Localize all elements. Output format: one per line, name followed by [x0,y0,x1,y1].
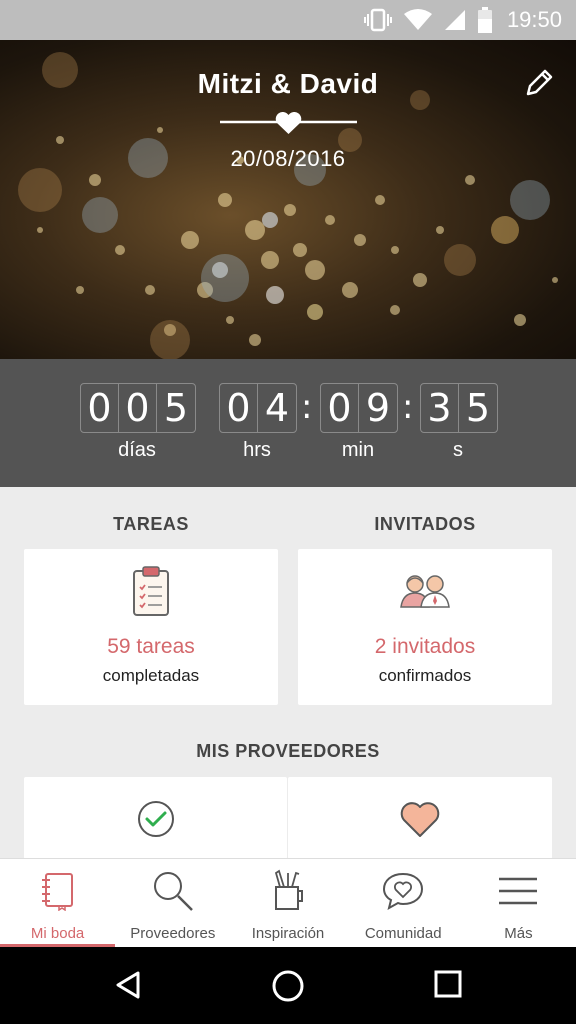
countdown-hours: 0 4 [219,383,297,433]
wedding-date: 20/08/2016 [230,146,346,171]
countdown-minutes: 0 9 [320,383,398,433]
tasks-title: TAREAS [113,514,189,534]
system-navigation-bar [0,947,576,1024]
nav-label: Inspiración [251,925,325,942]
countdown-label-minutes: min [341,439,375,461]
countdown-seconds: 3 5 [420,383,498,433]
nav-comunidad[interactable]: Comunidad [346,859,461,947]
menu-icon [496,869,540,913]
nav-label: Comunidad [364,925,442,942]
bottom-navigation: Mi boda Proveedores Inspiración Comunida… [0,858,576,947]
vendors-card-favorites[interactable] [288,777,552,859]
nav-mas[interactable]: Más [461,859,576,947]
status-bar: 19:50 [0,0,576,40]
countdown-colon: : [301,387,313,427]
clipboard-icon [133,566,169,616]
countdown-label-days: días [118,439,156,461]
guests-count: 2 invitados [374,635,476,658]
countdown-digit: 0 [81,384,119,432]
pencil-icon[interactable] [522,66,556,100]
nav-proveedores[interactable]: Proveedores [115,859,230,947]
battery-icon [477,7,492,33]
countdown-label-seconds: s [453,439,463,461]
countdown-digit: 0 [119,384,157,432]
tasks-sub: completadas [102,666,200,685]
checkmark-circle-icon [137,801,174,837]
chat-heart-icon [381,869,425,913]
guests-title: INVITADOS [374,514,476,534]
countdown-digit: 0 [321,384,359,432]
vendors-card-booked[interactable] [24,777,287,859]
countdown-label-hours: hrs [243,439,271,461]
vendors-title: MIS PROVEEDORES [196,741,380,761]
countdown-digit: 4 [264,386,290,430]
guests-sub: confirmados [378,666,472,685]
nav-label: Proveedores [130,925,216,942]
nav-label: Más [504,925,533,942]
couple-names: Mitzi & David [197,68,379,99]
signal-icon [444,10,465,30]
couple-icon [400,575,450,608]
search-icon [151,869,195,913]
guests-card[interactable]: 2 invitados confirmados [298,549,552,705]
heart-divider [220,112,357,134]
vibrate-icon [363,8,392,32]
nav-inspiracion[interactable]: Inspiración [230,859,345,947]
wifi-icon [403,9,432,30]
status-time: 19:50 [506,7,562,32]
countdown-days: 0 0 5 [80,383,196,433]
hero-banner: Mitzi & David 20/08/2016 [0,40,576,359]
countdown-digit: 0 [220,384,258,432]
nav-label: Mi boda [30,925,85,942]
back-icon[interactable] [112,969,144,1001]
countdown-digit: 9 [365,386,391,430]
home-icon[interactable] [271,969,305,1003]
countdown-colon: : [402,387,414,427]
notebook-icon [36,869,80,913]
countdown-digit: 5 [163,386,189,430]
tasks-card[interactable]: 59 tareas completadas [24,549,278,705]
pencil-cup-icon [266,869,310,913]
countdown-panel: 0 0 5 0 4 : 0 9 : 3 5 días hrs min s [0,359,576,487]
tasks-count: 59 tareas [107,635,195,658]
countdown-digit: 3 [421,384,459,432]
nav-mi-boda[interactable]: Mi boda [0,859,116,947]
recents-icon[interactable] [433,969,463,999]
countdown-digit: 5 [465,386,491,430]
heart-icon [400,802,440,837]
